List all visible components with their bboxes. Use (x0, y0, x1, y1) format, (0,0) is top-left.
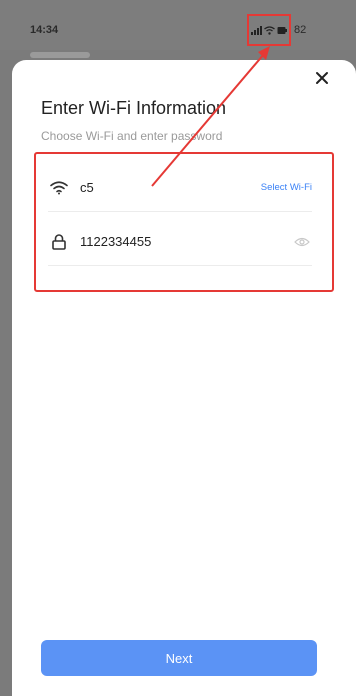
wifi-icon (48, 177, 70, 199)
eye-icon[interactable] (292, 232, 312, 252)
next-button[interactable]: Next (41, 640, 317, 676)
battery-level: 82 (294, 24, 307, 36)
password-row[interactable]: 1122334455 (48, 218, 312, 266)
password-field[interactable]: 1122334455 (80, 234, 292, 249)
signal-icon (251, 25, 262, 35)
page-title: Enter Wi-Fi Information (41, 98, 227, 118)
wifi-status-icon (264, 25, 275, 35)
wifi-row: c5 Select Wi-Fi (48, 164, 312, 212)
select-wifi-link[interactable]: Select Wi-Fi (261, 182, 312, 193)
wifi-bottom-sheet: Enter Wi-Fi Information Choose Wi-Fi and… (12, 60, 356, 696)
backdrop-content (30, 52, 90, 58)
status-bar: 14:34 82 (0, 0, 356, 50)
lock-icon (48, 231, 70, 253)
battery-status-icon (277, 26, 287, 35)
close-icon (315, 71, 329, 90)
page-subtitle: Choose Wi-Fi and enter password (41, 129, 223, 143)
wifi-form: c5 Select Wi-Fi 1122334455 (34, 152, 334, 292)
wifi-ssid: c5 (80, 180, 94, 195)
status-icons-highlight (247, 14, 291, 46)
close-button[interactable] (310, 68, 334, 92)
status-time: 14:34 (30, 24, 59, 36)
